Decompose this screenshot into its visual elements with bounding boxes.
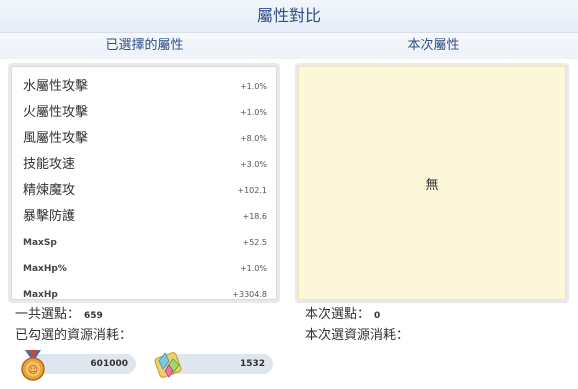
list-item: 精煉魔攻 +102.1 xyxy=(11,178,277,204)
attribute-name: 暴擊防護 xyxy=(23,209,76,224)
crystal-bundle-icon xyxy=(151,347,185,381)
list-item: MaxHp% +1.0% xyxy=(11,256,277,282)
current-points: 本次選點： 0 xyxy=(305,306,380,325)
attribute-name: 技能攻速 xyxy=(23,157,76,172)
attribute-name: 水屬性攻擊 xyxy=(23,79,89,94)
attribute-value: +1.0% xyxy=(239,264,267,273)
attribute-value: +3.0% xyxy=(239,160,267,169)
list-item: 水屬性攻擊 +1.0% xyxy=(11,74,277,100)
current-attributes-panel: 無 xyxy=(298,66,566,300)
window-title: 屬性對比 xyxy=(0,0,578,33)
attribute-name: MaxHp xyxy=(23,290,58,300)
attribute-value: +52.5 xyxy=(242,238,267,247)
list-item: 火屬性攻擊 +1.0% xyxy=(11,100,277,126)
attribute-value: +102.1 xyxy=(237,186,267,195)
list-item: 風屬性攻擊 +8.0% xyxy=(11,126,277,152)
attribute-name: 精煉魔攻 xyxy=(23,183,76,198)
total-points-value: 659 xyxy=(84,311,103,321)
consumed-label: 已勾選的資源消耗： xyxy=(15,328,133,343)
resource-value: 601000 xyxy=(90,359,128,369)
total-points-label: 一共選點： xyxy=(15,307,81,322)
list-item: MaxSp +52.5 xyxy=(11,230,277,256)
current-points-label: 本次選點： xyxy=(305,307,371,322)
selected-attributes-header: 已選擇的屬性 xyxy=(0,33,289,59)
attribute-value: +1.0% xyxy=(239,108,267,117)
list-item: 技能攻速 +3.0% xyxy=(11,152,277,178)
attribute-value: +18.6 xyxy=(242,212,267,221)
list-item: MaxHp +3304.8 xyxy=(11,282,277,300)
current-points-value: 0 xyxy=(374,311,381,321)
attribute-name: 火屬性攻擊 xyxy=(23,105,89,120)
selected-attributes-list[interactable]: 水屬性攻擊 +1.0% 火屬性攻擊 +1.0% 風屬性攻擊 +8.0% 技能攻速… xyxy=(11,66,277,300)
current-consumed-label: 本次選資源消耗： xyxy=(305,328,410,343)
current-attributes-header: 本次屬性 xyxy=(289,33,578,59)
current-attributes-empty: 無 xyxy=(425,177,439,193)
attribute-value: +8.0% xyxy=(239,134,267,143)
total-points: 一共選點： 659 xyxy=(15,306,103,325)
attribute-name: 風屬性攻擊 xyxy=(23,131,89,146)
list-item: 暴擊防護 +18.6 xyxy=(11,204,277,230)
attribute-name: MaxSp xyxy=(23,238,57,248)
medal-icon: ☺ xyxy=(16,348,50,382)
svg-text:☺: ☺ xyxy=(28,365,38,376)
attribute-value: +3304.8 xyxy=(232,290,267,299)
resource-value: 1532 xyxy=(239,359,265,369)
attribute-value: +1.0% xyxy=(239,82,267,91)
attribute-name: MaxHp% xyxy=(23,264,67,274)
